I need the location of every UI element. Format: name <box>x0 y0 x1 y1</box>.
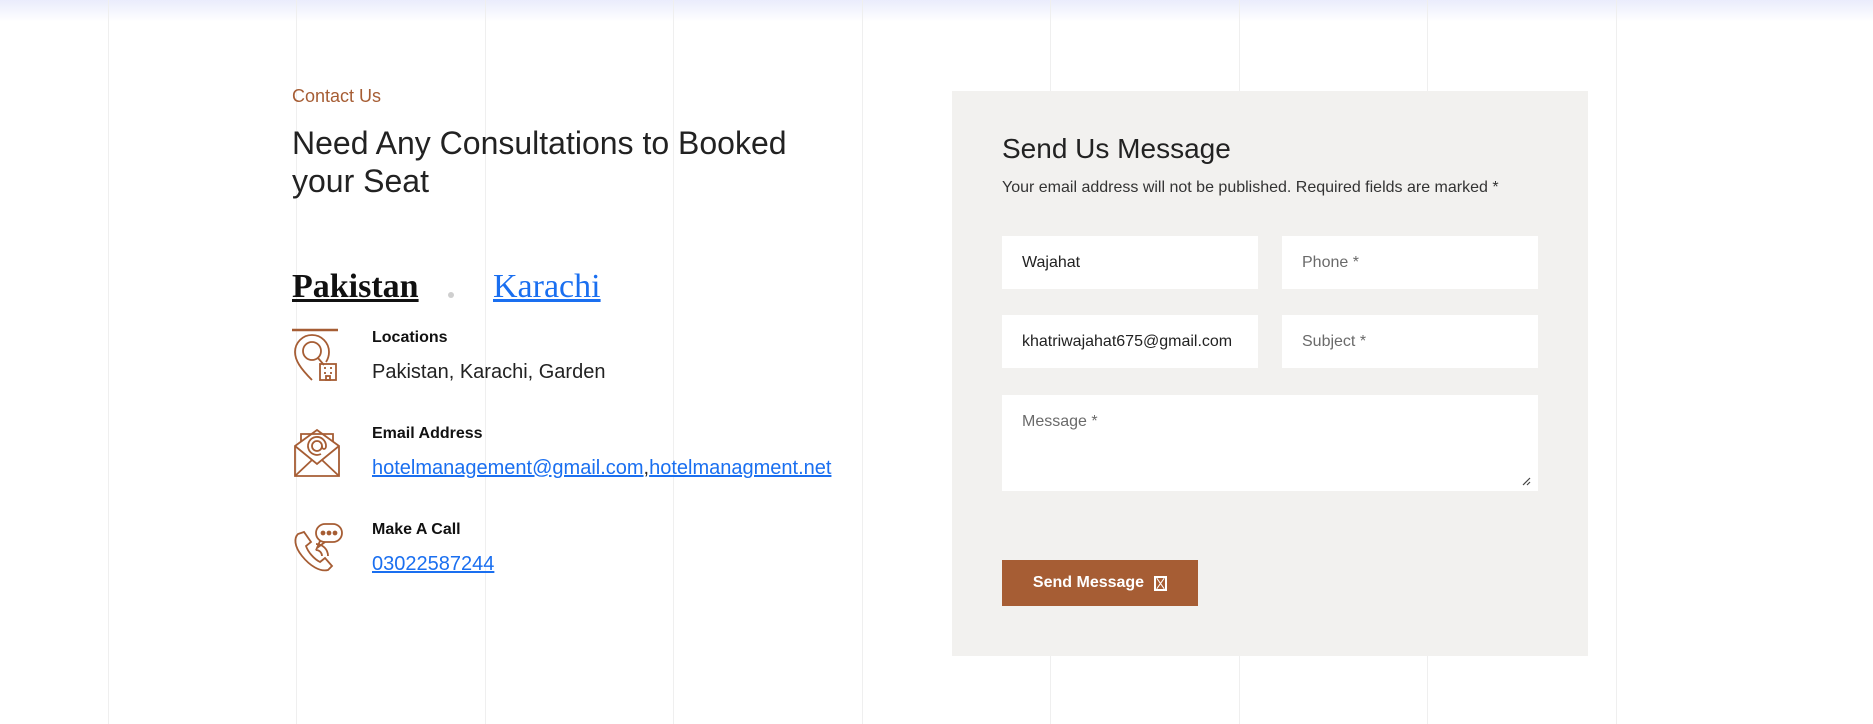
send-message-label: Send Message <box>1032 574 1145 591</box>
subject-input[interactable] <box>1282 315 1538 368</box>
location-value: Pakistan, Karachi, Garden <box>372 361 606 383</box>
form-note: Your email address will not be published… <box>1002 179 1499 196</box>
resize-handle-icon[interactable] <box>1521 473 1531 486</box>
phone-input[interactable] <box>1282 236 1538 289</box>
call-title: Make A Call <box>372 521 461 538</box>
page-title: Need Any Consultations to Booked your Se… <box>292 125 787 199</box>
grid-line <box>673 0 674 724</box>
message-textarea[interactable] <box>1002 395 1538 491</box>
email-title: Email Address <box>372 425 483 442</box>
grid-line <box>1616 0 1617 724</box>
website-link[interactable]: hotelmanagment.net <box>649 457 831 479</box>
email-link[interactable]: hotelmanagement@gmail.com <box>372 457 644 479</box>
grid-line <box>108 0 109 724</box>
email-envelope-icon <box>290 424 344 478</box>
location-title: Locations <box>372 329 448 346</box>
call-value-wrap: 03022587244 <box>372 553 494 576</box>
message-form-card: Send Us Message Your email address will … <box>952 91 1588 656</box>
form-title: Send Us Message <box>1002 133 1231 164</box>
grid-line <box>862 0 863 724</box>
contact-eyebrow: Contact Us <box>292 86 382 106</box>
tab-karachi[interactable]: Karachi <box>493 268 601 306</box>
send-message-button[interactable]: Send Message <box>1002 560 1198 606</box>
tab-separator-dot <box>448 292 454 298</box>
phone-chat-icon <box>290 520 344 574</box>
tab-pakistan[interactable]: Pakistan <box>292 268 419 306</box>
name-input[interactable] <box>1002 236 1258 289</box>
email-field[interactable] <box>1002 315 1258 368</box>
email-links: hotelmanagement@gmail.com,hotelmanagment… <box>372 457 831 480</box>
send-arrow-icon <box>1154 575 1168 591</box>
top-shadow <box>0 0 1873 22</box>
contact-section: Contact Us Need Any Consultations to Boo… <box>0 0 1873 724</box>
phone-link[interactable]: 03022587244 <box>372 553 494 575</box>
location-pin-building-icon <box>290 328 344 382</box>
